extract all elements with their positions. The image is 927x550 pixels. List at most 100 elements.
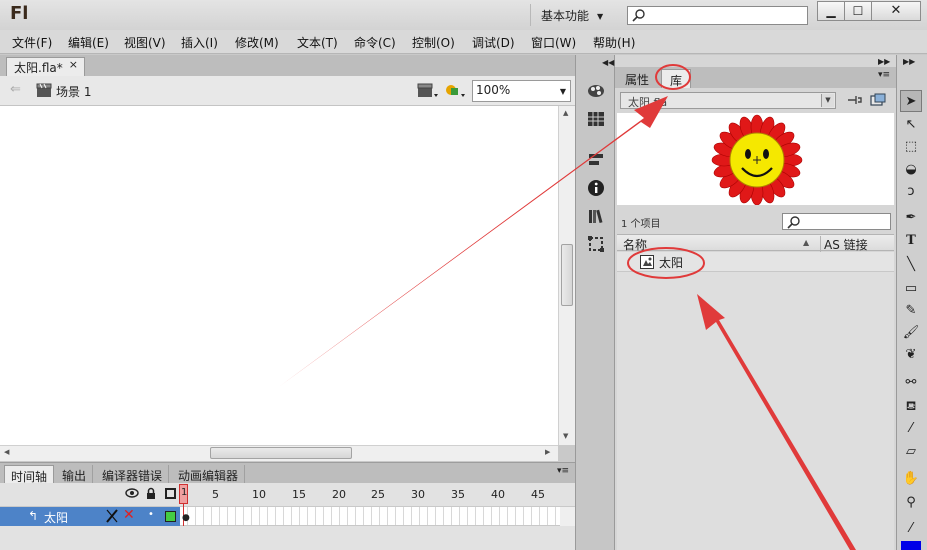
- color-swatch-icon[interactable]: [587, 82, 605, 100]
- stage-canvas[interactable]: [0, 106, 558, 445]
- sort-ascending-icon[interactable]: ▲: [803, 238, 809, 247]
- help-search-input[interactable]: [627, 6, 808, 25]
- column-name[interactable]: 名称: [623, 236, 647, 253]
- frame-number: 45: [531, 488, 545, 501]
- bone-tool-icon[interactable]: ⚯: [900, 372, 922, 394]
- workspace-label: 基本功能: [541, 9, 590, 23]
- menu-control[interactable]: 控制(O): [412, 34, 455, 51]
- tab-compiler-errors[interactable]: 编译器错误: [96, 465, 170, 484]
- pencil-icon: [106, 509, 118, 523]
- eye-icon[interactable]: [125, 487, 139, 499]
- text-tool-icon[interactable]: T: [900, 230, 922, 252]
- edit-scene-icon[interactable]: [417, 82, 439, 99]
- fill-color-swatch[interactable]: [901, 541, 921, 550]
- lock-dot-icon[interactable]: •: [148, 509, 154, 520]
- menu-bar: 文件(F) 编辑(E) 视图(V) 插入(I) 修改(M) 文本(T) 命令(C…: [0, 30, 927, 54]
- minimize-button[interactable]: ▁: [817, 1, 845, 21]
- back-arrow-icon[interactable]: ⇐: [10, 82, 21, 97]
- subselection-tool-icon[interactable]: ↖: [900, 114, 922, 136]
- current-frame-number: 1: [181, 487, 188, 498]
- tab-output[interactable]: 输出: [56, 465, 94, 484]
- align-icon[interactable]: [587, 151, 605, 169]
- layer-color-swatch[interactable]: [165, 511, 176, 522]
- scroll-up-icon[interactable]: ▲: [563, 109, 568, 117]
- maximize-button[interactable]: ☐: [844, 1, 872, 21]
- collapsed-panel-dock: [575, 55, 615, 550]
- menu-insert[interactable]: 插入(I): [181, 34, 218, 51]
- sun-eye: [745, 149, 751, 159]
- scroll-right-icon[interactable]: ▶: [545, 448, 550, 456]
- tab-library[interactable]: 库: [661, 69, 692, 88]
- 3d-rotation-tool-icon[interactable]: ◒: [900, 159, 922, 181]
- selection-tool-icon[interactable]: ➤: [900, 90, 922, 112]
- tab-motion-editor[interactable]: 动画编辑器: [172, 465, 246, 484]
- stroke-color-icon[interactable]: ⁄: [900, 518, 922, 540]
- menu-debug[interactable]: 调试(D): [472, 34, 515, 51]
- info-icon[interactable]: [587, 179, 605, 197]
- scroll-thumb[interactable]: [561, 244, 573, 306]
- rectangle-tool-icon[interactable]: ▭: [900, 278, 922, 300]
- library-books-icon[interactable]: [587, 207, 605, 225]
- menu-text[interactable]: 文本(T): [297, 34, 338, 51]
- menu-view[interactable]: 视图(V): [124, 34, 166, 51]
- eyedropper-tool-icon[interactable]: ⁄: [900, 418, 922, 440]
- close-button[interactable]: ✕: [871, 1, 921, 21]
- stage-horizontal-scrollbar[interactable]: ◀ ▶: [0, 445, 558, 461]
- line-tool-icon[interactable]: ╲: [900, 254, 922, 276]
- brush-tool-icon[interactable]: 🖌: [900, 322, 922, 344]
- sun-eye: [763, 149, 769, 159]
- pencil-tool-icon[interactable]: ✎: [900, 300, 922, 322]
- collapse-arrows-icon[interactable]: ▶▶: [878, 57, 890, 66]
- stage-vertical-scrollbar[interactable]: ▲ ▼: [558, 106, 575, 445]
- lasso-tool-icon[interactable]: ↄ: [900, 181, 922, 203]
- library-item-list: [617, 252, 894, 550]
- symbol-preview: [617, 113, 894, 206]
- menu-commands[interactable]: 命令(C): [354, 34, 396, 51]
- eraser-tool-icon[interactable]: ▱: [900, 441, 922, 463]
- playhead[interactable]: 1: [179, 484, 188, 504]
- hand-tool-icon[interactable]: ✋: [900, 468, 922, 490]
- workspace-switcher[interactable]: 基本功能 ▼: [530, 4, 613, 26]
- column-as-linkage[interactable]: AS 链接: [820, 236, 868, 253]
- collapse-arrows-icon[interactable]: ◀◀: [602, 58, 614, 67]
- panel-menu-icon[interactable]: ▾≡: [878, 70, 890, 80]
- menu-help[interactable]: 帮助(H): [593, 34, 635, 51]
- tab-timeline[interactable]: 时间轴: [4, 465, 55, 484]
- deco-tool-icon[interactable]: ❦: [900, 344, 922, 366]
- tab-properties[interactable]: 属性: [619, 69, 655, 88]
- menu-modify[interactable]: 修改(M): [235, 34, 279, 51]
- scroll-left-icon[interactable]: ◀: [4, 448, 9, 456]
- document-tab[interactable]: 太阳.fla* ×: [6, 57, 85, 76]
- scroll-down-icon[interactable]: ▼: [563, 432, 568, 440]
- lock-icon[interactable]: [145, 487, 157, 500]
- hidden-x-icon[interactable]: ✕: [123, 507, 135, 523]
- close-tab-icon[interactable]: ×: [69, 58, 78, 71]
- menu-edit[interactable]: 编辑(E): [68, 34, 109, 51]
- menu-window[interactable]: 窗口(W): [531, 34, 576, 51]
- edit-symbol-icon[interactable]: [444, 82, 466, 99]
- frame-number: 30: [411, 488, 425, 501]
- collapse-arrows-icon[interactable]: ▶▶: [903, 57, 915, 66]
- document-tab-bar: 太阳.fla* ×: [0, 55, 575, 76]
- menu-file[interactable]: 文件(F): [12, 34, 52, 51]
- transform-icon[interactable]: [587, 235, 605, 253]
- panel-menu-icon[interactable]: ▾≡: [557, 466, 569, 476]
- grid-swatches-icon[interactable]: [587, 110, 605, 128]
- outline-toggle-icon[interactable]: [165, 488, 176, 499]
- zoom-tool-icon[interactable]: ⚲: [900, 492, 922, 514]
- new-library-panel-icon[interactable]: [870, 93, 886, 107]
- frame-grid[interactable]: [180, 507, 560, 526]
- keyframe-dot[interactable]: ●: [182, 513, 190, 523]
- library-document-select[interactable]: 太阳.fla ▼: [620, 92, 836, 109]
- scene-clapper-icon: [36, 83, 52, 97]
- library-item-count: 1 个项目: [621, 219, 661, 230]
- layer-row[interactable]: ↰ 太阳 ✕ •: [0, 507, 180, 526]
- pen-tool-icon[interactable]: ✒: [900, 207, 922, 229]
- scroll-thumb[interactable]: [210, 447, 352, 459]
- free-transform-tool-icon[interactable]: ⬚: [900, 136, 922, 158]
- library-item[interactable]: 太阳: [617, 252, 894, 272]
- paint-bucket-tool-icon[interactable]: ⛾: [900, 396, 922, 418]
- pin-icon[interactable]: [846, 93, 862, 107]
- zoom-select[interactable]: 100% ▼: [472, 80, 571, 102]
- library-search-input[interactable]: [782, 213, 891, 230]
